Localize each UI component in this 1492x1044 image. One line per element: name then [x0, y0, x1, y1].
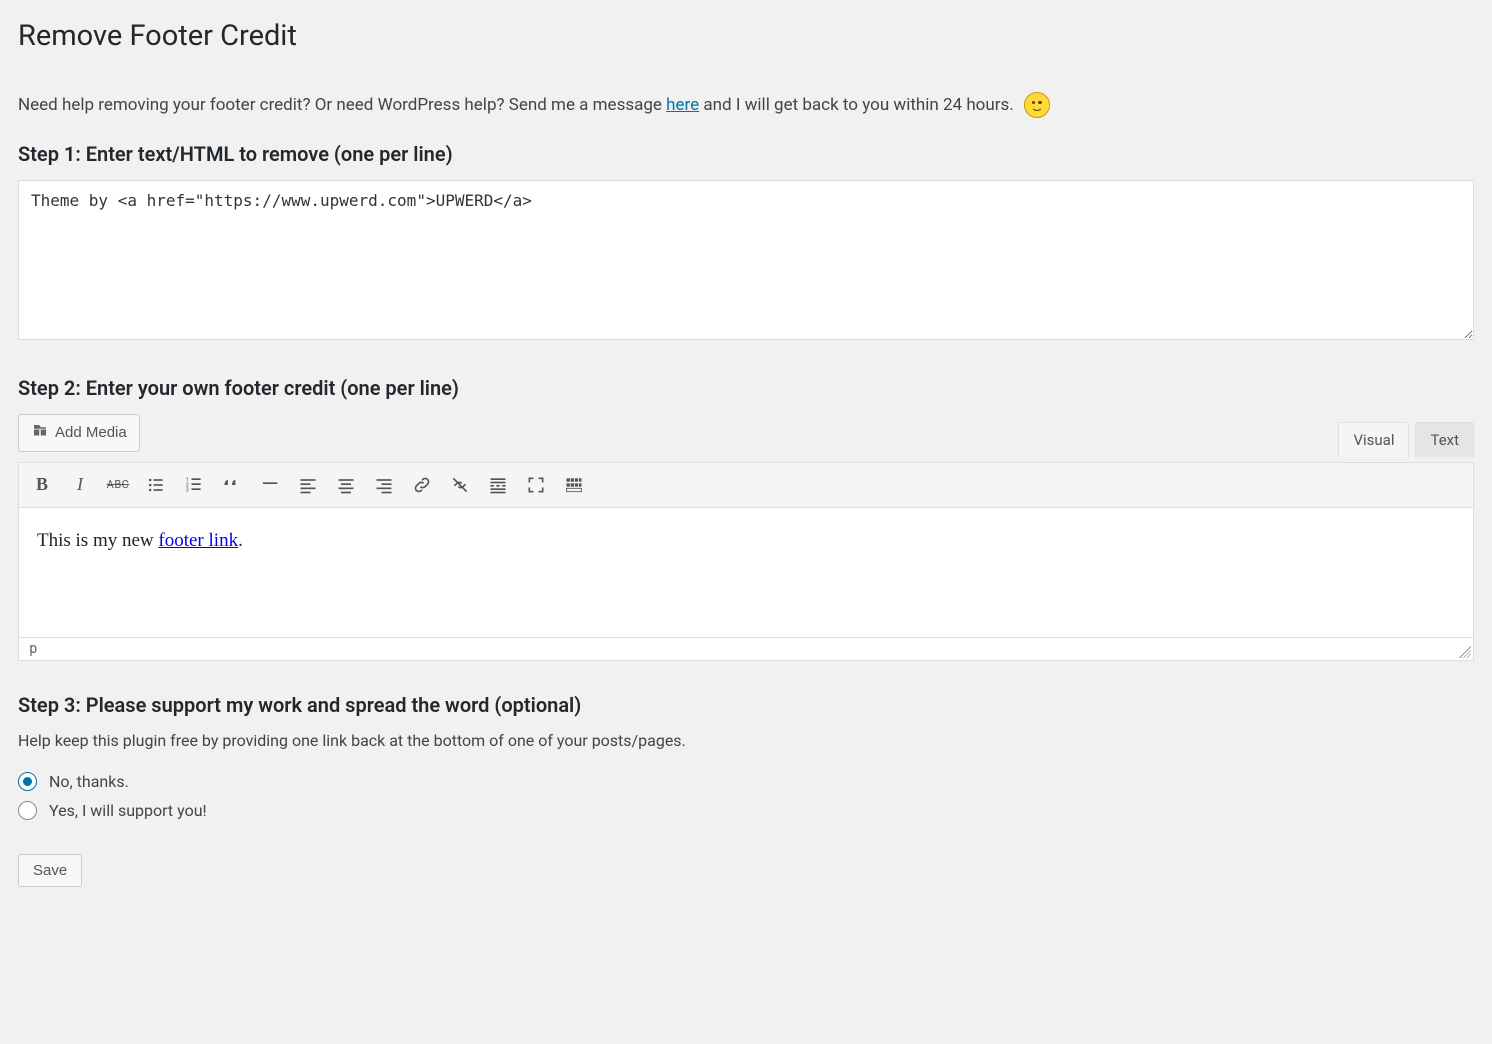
- bullet-list-button[interactable]: [137, 467, 175, 503]
- bold-button[interactable]: B: [23, 467, 61, 503]
- intro-suffix: and I will get back to you within 24 hou…: [699, 95, 1014, 115]
- editor-text-suffix: .: [238, 530, 243, 551]
- editor-status-bar: p: [18, 638, 1474, 661]
- blockquote-button[interactable]: [213, 467, 251, 503]
- smiley-icon: [1024, 92, 1050, 118]
- read-more-button[interactable]: [479, 467, 517, 503]
- horizontal-rule-button[interactable]: —: [251, 467, 289, 503]
- fullscreen-button[interactable]: [517, 467, 555, 503]
- page-title: Remove Footer Credit: [18, 18, 1474, 56]
- strikethrough-button[interactable]: ABC: [99, 467, 137, 503]
- step3-help: Help keep this plugin free by providing …: [18, 731, 1474, 750]
- editor-toolbar: B I ABC 123 —: [18, 462, 1474, 508]
- editor-wrap: Visual Text B I ABC 123 —: [18, 462, 1474, 661]
- link-button[interactable]: [403, 467, 441, 503]
- align-right-button[interactable]: [365, 467, 403, 503]
- save-button[interactable]: Save: [18, 854, 82, 887]
- add-media-label: Add Media: [55, 424, 127, 441]
- svg-text:3: 3: [186, 487, 189, 493]
- intro-text: Need help removing your footer credit? O…: [18, 92, 1474, 118]
- toolbar-toggle-button[interactable]: [555, 467, 593, 503]
- editor-link[interactable]: footer link: [158, 530, 238, 551]
- tab-visual[interactable]: Visual: [1338, 422, 1409, 457]
- intro-prefix: Need help removing your footer credit? O…: [18, 95, 666, 115]
- support-option-no[interactable]: No, thanks.: [18, 772, 1474, 791]
- media-icon: [31, 422, 49, 444]
- resize-grip-icon[interactable]: [1459, 646, 1471, 658]
- add-media-button[interactable]: Add Media: [18, 414, 140, 452]
- unlink-button[interactable]: [441, 467, 479, 503]
- numbered-list-button[interactable]: 123: [175, 467, 213, 503]
- align-left-button[interactable]: [289, 467, 327, 503]
- intro-link[interactable]: here: [666, 95, 699, 115]
- radio-no[interactable]: [18, 772, 37, 791]
- radio-yes[interactable]: [18, 801, 37, 820]
- tab-text[interactable]: Text: [1415, 422, 1474, 457]
- radio-no-label: No, thanks.: [49, 772, 129, 791]
- editor-tabs: Visual Text: [1338, 422, 1474, 457]
- remove-text-input[interactable]: [18, 180, 1474, 340]
- editor-content[interactable]: This is my new footer link.: [18, 508, 1474, 638]
- align-center-button[interactable]: [327, 467, 365, 503]
- editor-text-prefix: This is my new: [37, 530, 158, 551]
- italic-button[interactable]: I: [61, 467, 99, 503]
- step3-heading: Step 3: Please support my work and sprea…: [18, 693, 1474, 717]
- editor-path: p: [29, 641, 37, 657]
- radio-yes-label: Yes, I will support you!: [49, 801, 207, 820]
- step1-heading: Step 1: Enter text/HTML to remove (one p…: [18, 142, 1474, 166]
- support-option-yes[interactable]: Yes, I will support you!: [18, 801, 1474, 820]
- step2-heading: Step 2: Enter your own footer credit (on…: [18, 376, 1474, 400]
